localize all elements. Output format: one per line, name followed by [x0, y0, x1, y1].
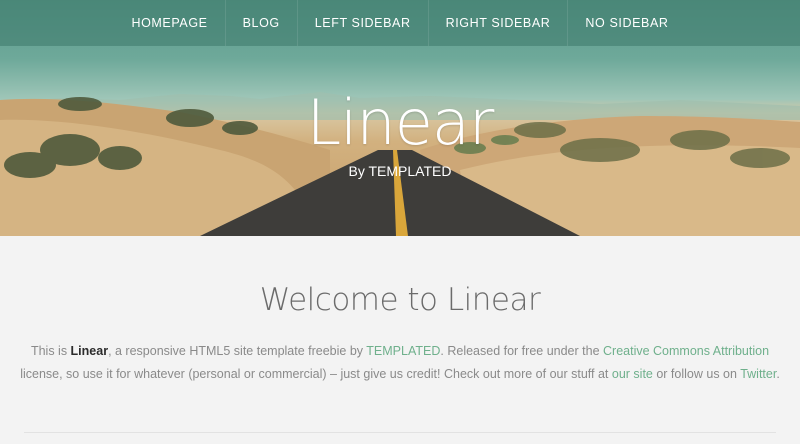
welcome-heading: Welcome to Linear: [259, 282, 541, 318]
site-subtitle: By TEMPLATED: [348, 163, 452, 179]
intro-text-3: . Released for free under the: [440, 344, 603, 358]
nav-left-sidebar[interactable]: Left Sidebar: [296, 0, 428, 46]
intro-text-4: license, so use it for whatever (persona…: [20, 367, 612, 381]
main-nav: Homepage Blog Left Sidebar Right Sidebar…: [0, 0, 800, 46]
hero-banner: Homepage Blog Left Sidebar Right Sidebar…: [0, 0, 800, 236]
main-content: Welcome to Linear This is Linear, a resp…: [0, 236, 800, 386]
nav-right-sidebar[interactable]: Right Sidebar: [427, 0, 568, 46]
license-link[interactable]: Creative Commons Attribution: [603, 344, 769, 358]
nav-no-sidebar[interactable]: No Sidebar: [567, 0, 685, 46]
intro-text-2: , a responsive HTML5 site template freeb…: [108, 344, 367, 358]
section-divider: [24, 432, 776, 433]
our-site-link[interactable]: our site: [612, 367, 653, 381]
intro-text-1: This is: [30, 344, 71, 358]
brand-name: Linear: [70, 344, 109, 358]
intro-text-5: or follow us on: [652, 367, 741, 381]
nav-homepage[interactable]: Homepage: [114, 0, 224, 46]
intro-text-6: .: [776, 367, 780, 381]
intro-paragraph: This is Linear, a responsive HTML5 site …: [20, 340, 780, 386]
templated-link[interactable]: TEMPLATED: [366, 344, 440, 358]
site-title: Linear: [306, 86, 495, 159]
twitter-link[interactable]: Twitter: [740, 367, 776, 381]
nav-blog[interactable]: Blog: [224, 0, 297, 46]
